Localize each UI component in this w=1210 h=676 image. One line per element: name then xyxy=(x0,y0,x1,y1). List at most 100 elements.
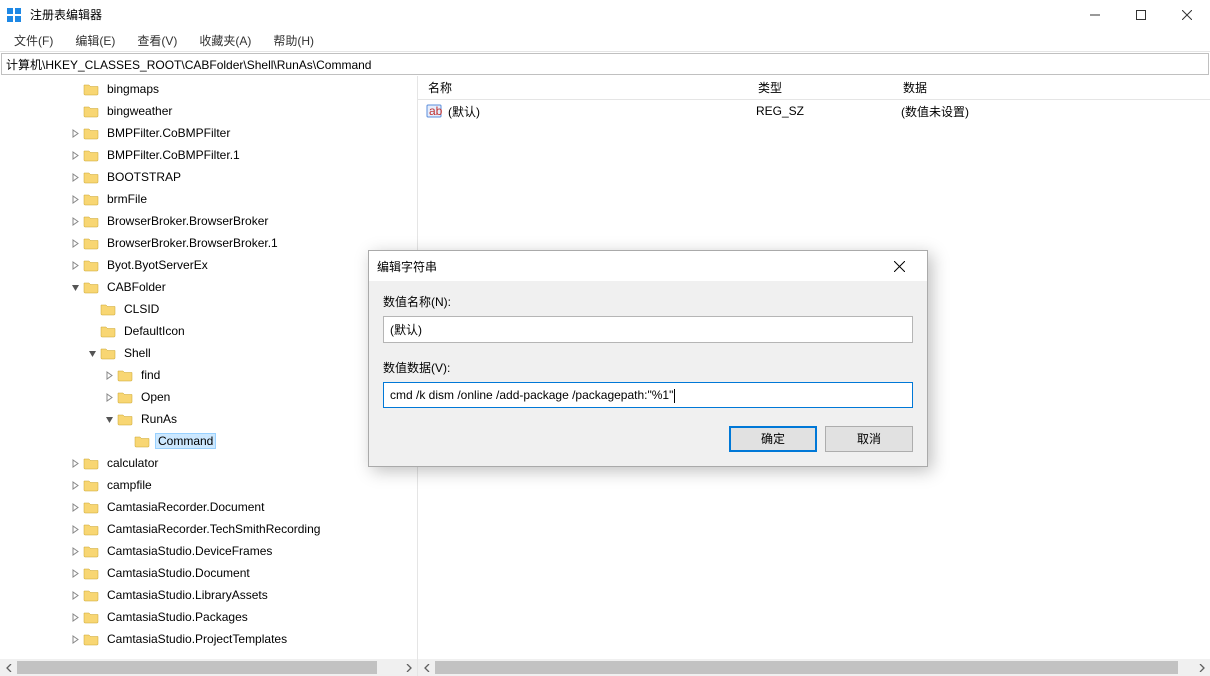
tree-node-label: CamtasiaStudio.Document xyxy=(104,565,253,581)
chevron-right-icon[interactable] xyxy=(69,457,81,469)
chevron-right-icon[interactable] xyxy=(103,391,115,403)
folder-icon xyxy=(83,566,99,580)
chevron-right-icon[interactable] xyxy=(69,171,81,183)
list-hscrollbar[interactable] xyxy=(418,659,1210,676)
list-item[interactable]: ab(默认)REG_SZ(数值未设置) xyxy=(418,100,1210,122)
chevron-right-icon[interactable] xyxy=(69,589,81,601)
tree-node[interactable]: BMPFilter.CoBMPFilter xyxy=(0,122,417,144)
tree-node[interactable]: CamtasiaStudio.Document xyxy=(0,562,417,584)
scroll-thumb[interactable] xyxy=(17,661,377,674)
folder-icon xyxy=(83,522,99,536)
tree-node[interactable]: CamtasiaStudio.DeviceFrames xyxy=(0,540,417,562)
tree-node[interactable]: BrowserBroker.BrowserBroker.1 xyxy=(0,232,417,254)
folder-icon xyxy=(83,544,99,558)
maximize-button[interactable] xyxy=(1118,0,1164,30)
folder-icon xyxy=(83,258,99,272)
chevron-right-icon[interactable] xyxy=(103,369,115,381)
cancel-button[interactable]: 取消 xyxy=(825,426,913,452)
tree-node[interactable]: find xyxy=(0,364,417,386)
registry-tree[interactable]: bingmaps bingweather BMPFilter.CoBMPFilter… xyxy=(0,76,417,654)
value-type: REG_SZ xyxy=(756,104,901,118)
address-bar[interactable]: 计算机\HKEY_CLASSES_ROOT\CABFolder\Shell\Ru… xyxy=(1,53,1209,75)
chevron-right-icon[interactable] xyxy=(69,149,81,161)
folder-icon xyxy=(134,434,150,448)
address-text: 计算机\HKEY_CLASSES_ROOT\CABFolder\Shell\Ru… xyxy=(6,56,371,73)
tree-node-label: BMPFilter.CoBMPFilter xyxy=(104,125,233,141)
folder-icon xyxy=(83,214,99,228)
value-data-field[interactable]: cmd /k dism /online /add-package /packag… xyxy=(383,382,913,408)
chevron-right-icon[interactable] xyxy=(69,215,81,227)
tree-node[interactable]: CamtasiaStudio.Packages xyxy=(0,606,417,628)
tree-node[interactable]: CABFolder xyxy=(0,276,417,298)
folder-icon xyxy=(83,456,99,470)
minimize-button[interactable] xyxy=(1072,0,1118,30)
scroll-right-icon[interactable] xyxy=(400,659,417,676)
chevron-right-icon[interactable] xyxy=(69,501,81,513)
tree-node[interactable]: BOOTSTRAP xyxy=(0,166,417,188)
chevron-right-icon[interactable] xyxy=(69,259,81,271)
tree-node[interactable]: CamtasiaStudio.ProjectTemplates xyxy=(0,628,417,650)
dialog-titlebar[interactable]: 编辑字符串 xyxy=(369,251,927,281)
chevron-right-icon[interactable] xyxy=(69,633,81,645)
scroll-left-icon[interactable] xyxy=(0,659,17,676)
tree-node[interactable]: calculator xyxy=(0,452,417,474)
tree-node[interactable]: bingweather xyxy=(0,100,417,122)
tree-node[interactable]: CamtasiaRecorder.Document xyxy=(0,496,417,518)
folder-icon xyxy=(83,632,99,646)
ok-button[interactable]: 确定 xyxy=(729,426,817,452)
tree-node[interactable]: bingmaps xyxy=(0,78,417,100)
tree-node[interactable]: brmFile xyxy=(0,188,417,210)
chevron-down-icon[interactable] xyxy=(86,347,98,359)
edit-string-dialog: 编辑字符串 数值名称(N): (默认) 数值数据(V): cmd /k dism… xyxy=(368,250,928,467)
value-name-field[interactable]: (默认) xyxy=(383,316,913,343)
svg-text:ab: ab xyxy=(429,104,442,118)
string-value-icon: ab xyxy=(426,103,442,119)
tree-node[interactable]: CLSID xyxy=(0,298,417,320)
scroll-right-icon[interactable] xyxy=(1193,659,1210,676)
tree-node-label: campfile xyxy=(104,477,155,493)
tree-node[interactable]: CamtasiaStudio.LibraryAssets xyxy=(0,584,417,606)
menu-edit[interactable]: 编辑(E) xyxy=(71,30,119,51)
chevron-right-icon[interactable] xyxy=(69,479,81,491)
tree-node[interactable]: BMPFilter.CoBMPFilter.1 xyxy=(0,144,417,166)
tree-node[interactable]: DefaultIcon xyxy=(0,320,417,342)
chevron-right-icon[interactable] xyxy=(69,237,81,249)
tree-node[interactable]: BrowserBroker.BrowserBroker xyxy=(0,210,417,232)
dialog-close-button[interactable] xyxy=(879,252,919,280)
tree-node[interactable]: RunAs xyxy=(0,408,417,430)
col-header-data[interactable]: 数据 xyxy=(903,79,1210,96)
scroll-thumb[interactable] xyxy=(435,661,1178,674)
value-data-label: 数值数据(V): xyxy=(383,359,913,376)
folder-icon xyxy=(83,236,99,250)
tree-node[interactable]: Open xyxy=(0,386,417,408)
tree-node-label: bingweather xyxy=(104,103,175,119)
close-button[interactable] xyxy=(1164,0,1210,30)
tree-node[interactable]: Command xyxy=(0,430,417,452)
chevron-down-icon[interactable] xyxy=(103,413,115,425)
menu-favorites[interactable]: 收藏夹(A) xyxy=(195,30,255,51)
chevron-right-icon[interactable] xyxy=(69,545,81,557)
menu-file[interactable]: 文件(F) xyxy=(10,30,57,51)
tree-node-label: brmFile xyxy=(104,191,150,207)
menu-view[interactable]: 查看(V) xyxy=(133,30,181,51)
chevron-down-icon[interactable] xyxy=(69,281,81,293)
col-header-name[interactable]: 名称 xyxy=(428,79,758,96)
chevron-right-icon[interactable] xyxy=(69,523,81,535)
col-header-type[interactable]: 类型 xyxy=(758,79,903,96)
tree-node-label: Shell xyxy=(121,345,154,361)
tree-node[interactable]: campfile xyxy=(0,474,417,496)
tree-node-label: CamtasiaStudio.LibraryAssets xyxy=(104,587,271,603)
dialog-title: 编辑字符串 xyxy=(377,258,879,275)
chevron-right-icon[interactable] xyxy=(69,567,81,579)
chevron-right-icon[interactable] xyxy=(69,193,81,205)
tree-node[interactable]: CamtasiaRecorder.TechSmithRecording xyxy=(0,518,417,540)
chevron-right-icon[interactable] xyxy=(69,611,81,623)
menu-help[interactable]: 帮助(H) xyxy=(269,30,318,51)
tree-node[interactable]: Shell xyxy=(0,342,417,364)
tree-hscrollbar[interactable] xyxy=(0,659,417,676)
chevron-right-icon[interactable] xyxy=(69,127,81,139)
tree-node-label: Byot.ByotServerEx xyxy=(104,257,211,273)
tree-node[interactable]: Byot.ByotServerEx xyxy=(0,254,417,276)
value-list[interactable]: ab(默认)REG_SZ(数值未设置) xyxy=(418,100,1210,122)
scroll-left-icon[interactable] xyxy=(418,659,435,676)
